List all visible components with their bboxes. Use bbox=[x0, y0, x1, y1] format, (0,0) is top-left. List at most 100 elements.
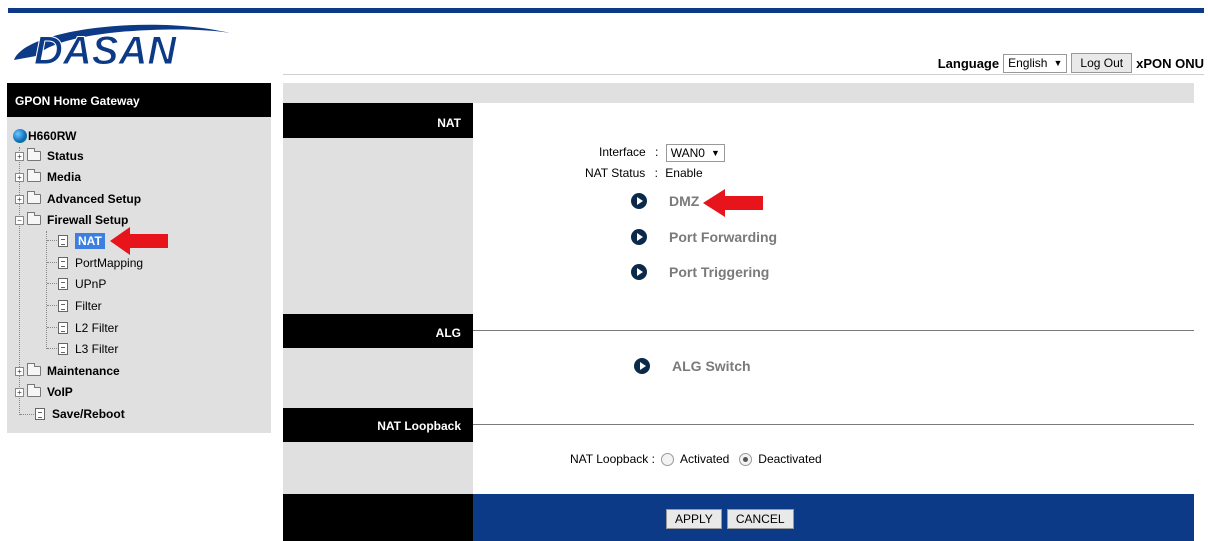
header-divider bbox=[283, 74, 1204, 75]
sidebar-item-label: Advanced Setup bbox=[47, 192, 142, 206]
sidebar-item-label: UPnP bbox=[75, 277, 107, 291]
sidebar-item-l2-filter[interactable]: L2 Filter bbox=[58, 321, 118, 335]
logout-button[interactable]: Log Out bbox=[1071, 53, 1133, 73]
radio-deactivated[interactable] bbox=[739, 452, 753, 466]
alg-section-title: ALG bbox=[283, 314, 473, 348]
folder-icon bbox=[27, 384, 41, 397]
tree-root-label: H660RW bbox=[28, 129, 77, 143]
language-select[interactable]: English ▼ bbox=[1003, 53, 1068, 73]
expand-icon[interactable]: + bbox=[15, 151, 24, 161]
nat-section-side bbox=[283, 138, 473, 314]
product-name: xPON ONU bbox=[1136, 55, 1204, 71]
logo-text: DASAN bbox=[34, 29, 177, 72]
sidebar-title: GPON Home Gateway bbox=[7, 83, 271, 117]
sidebar-item-label: Firewall Setup bbox=[47, 213, 129, 227]
sidebar-item-label: PortMapping bbox=[75, 256, 144, 270]
annotation-arrow bbox=[703, 189, 763, 217]
sidebar-item-label: L3 Filter bbox=[75, 342, 119, 356]
sidebar-item-label: Maintenance bbox=[47, 364, 120, 378]
nat-status-row: NAT Status : Enable bbox=[585, 166, 703, 180]
alg-section-side bbox=[283, 348, 473, 408]
annotation-arrow bbox=[110, 227, 168, 255]
nat-section-title: NAT bbox=[283, 103, 473, 138]
arrow-circle-icon bbox=[631, 229, 647, 245]
radio-activated[interactable] bbox=[660, 452, 674, 466]
interface-label: Interface bbox=[599, 145, 646, 160]
sidebar-item-firewall-setup[interactable]: − Firewall Setup bbox=[15, 212, 129, 227]
loopback-divider bbox=[473, 424, 1194, 425]
language-value: English bbox=[1008, 56, 1048, 70]
footer-bar bbox=[473, 494, 1194, 541]
sidebar-item-label: Media bbox=[47, 170, 82, 184]
document-icon bbox=[58, 300, 68, 312]
arrow-circle-icon bbox=[634, 358, 650, 374]
document-icon bbox=[58, 322, 68, 334]
nat-status-value: Enable bbox=[665, 166, 703, 180]
sidebar-item-upnp[interactable]: UPnP bbox=[58, 277, 106, 291]
sidebar-item-filter[interactable]: Filter bbox=[58, 299, 102, 313]
expand-icon[interactable]: + bbox=[15, 387, 24, 397]
port-forwarding-link[interactable]: Port Forwarding bbox=[631, 229, 777, 245]
content-header-strip bbox=[283, 83, 1194, 103]
sidebar-item-label: Status bbox=[47, 149, 84, 163]
alg-switch-link[interactable]: ALG Switch bbox=[634, 358, 751, 374]
document-icon bbox=[58, 257, 68, 269]
alg-divider bbox=[473, 330, 1194, 331]
port-forwarding-label: Port Forwarding bbox=[669, 229, 778, 245]
sidebar-item-maintenance[interactable]: + Maintenance bbox=[15, 363, 120, 378]
document-icon bbox=[35, 408, 45, 420]
sidebar-item-status[interactable]: + Status bbox=[15, 148, 84, 163]
interface-value: WAN0 bbox=[670, 146, 705, 160]
port-triggering-link[interactable]: Port Triggering bbox=[631, 264, 769, 280]
header-controls: Language English ▼ Log Out xPON ONU bbox=[938, 53, 1204, 73]
sidebar-item-advanced-setup[interactable]: + Advanced Setup bbox=[15, 191, 142, 206]
apply-button[interactable]: APPLY bbox=[666, 509, 722, 529]
sidebar-item-nat[interactable]: NAT bbox=[58, 233, 105, 249]
dmz-link[interactable]: DMZ bbox=[631, 193, 699, 209]
sidebar-item-media[interactable]: + Media bbox=[15, 169, 82, 184]
alg-switch-label: ALG Switch bbox=[672, 358, 751, 374]
collapse-icon[interactable]: − bbox=[15, 215, 24, 225]
loopback-section-side bbox=[283, 442, 473, 494]
open-folder-icon bbox=[27, 212, 41, 225]
arrow-circle-icon bbox=[631, 264, 647, 280]
expand-icon[interactable]: + bbox=[15, 172, 24, 182]
footer-left bbox=[283, 494, 473, 541]
interface-row: Interface : WAN0 ▼ bbox=[599, 144, 725, 162]
interface-separator: : bbox=[655, 145, 659, 160]
nat-status-label: NAT Status bbox=[585, 166, 646, 180]
sidebar-item-label: L2 Filter bbox=[75, 321, 119, 335]
sidebar-item-l3-filter[interactable]: L3 Filter bbox=[58, 342, 118, 356]
interface-select[interactable]: WAN0 ▼ bbox=[665, 144, 725, 162]
nat-status-separator: : bbox=[654, 166, 658, 180]
sidebar-item-label: VoIP bbox=[47, 385, 73, 399]
radio-activated-label: Activated bbox=[679, 452, 730, 466]
top-brand-bar bbox=[8, 8, 1204, 13]
dmz-link-label: DMZ bbox=[669, 193, 700, 209]
dasan-logo: DASAN bbox=[6, 20, 236, 74]
folder-icon bbox=[27, 169, 41, 182]
sidebar-item-label: Filter bbox=[75, 299, 102, 313]
expand-icon[interactable]: + bbox=[15, 366, 24, 376]
cancel-button[interactable]: CANCEL bbox=[726, 509, 794, 529]
document-icon bbox=[58, 235, 68, 247]
port-triggering-label: Port Triggering bbox=[669, 264, 770, 280]
folder-icon bbox=[27, 191, 41, 204]
loopback-row: NAT Loopback : Activated Deactivated bbox=[570, 452, 822, 466]
arrow-circle-icon bbox=[631, 193, 647, 209]
expand-icon[interactable]: + bbox=[15, 194, 24, 204]
sidebar-item-voip[interactable]: + VoIP bbox=[15, 384, 73, 399]
document-icon bbox=[58, 278, 68, 290]
sidebar-item-save-reboot[interactable]: Save/Reboot bbox=[35, 407, 125, 421]
language-label: Language bbox=[937, 55, 1000, 71]
tree-root[interactable]: H660RW bbox=[13, 129, 76, 143]
sidebar-item-label: Save/Reboot bbox=[52, 407, 125, 421]
document-icon bbox=[58, 343, 68, 355]
loopback-label: NAT Loopback : bbox=[570, 452, 655, 466]
sidebar-item-portmapping[interactable]: PortMapping bbox=[58, 256, 143, 270]
folder-icon bbox=[27, 148, 41, 161]
sidebar-tree: H660RW + Status + Media + Advanced Setup… bbox=[7, 117, 271, 433]
sidebar-item-label: NAT bbox=[75, 233, 105, 249]
loopback-section-title: NAT Loopback bbox=[283, 408, 473, 442]
globe-icon bbox=[13, 129, 27, 143]
